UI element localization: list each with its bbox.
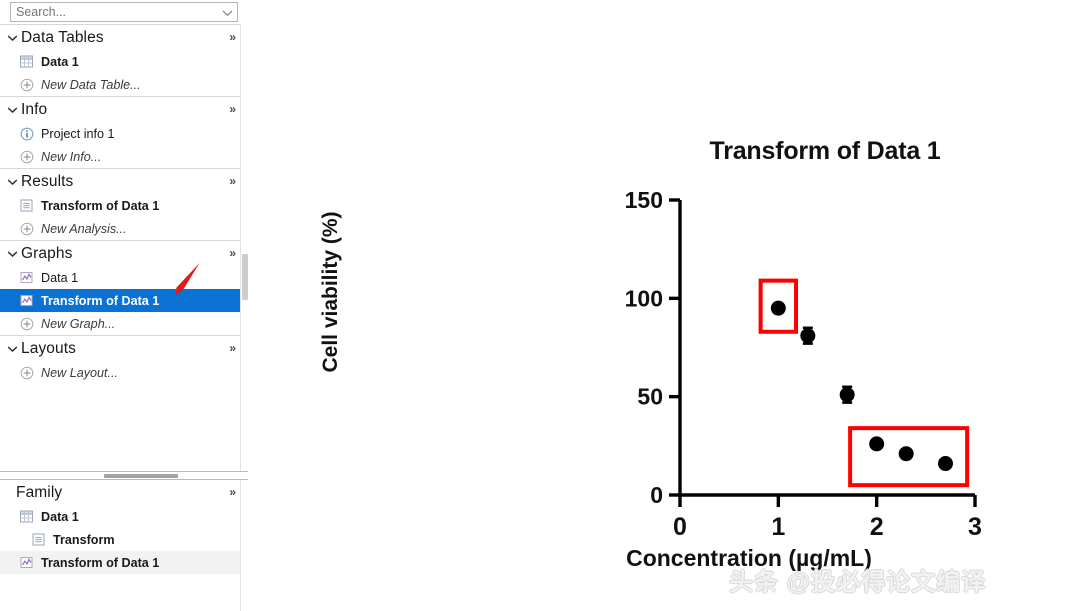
navigator-tree[interactable]: Data Tables » Data 1 New Data Table... Info »… bbox=[0, 24, 240, 471]
tree-section-data-tables: Data Tables » Data 1 New Data Table... bbox=[0, 24, 240, 96]
search-input[interactable] bbox=[11, 3, 209, 21]
tree-item-label: New Analysis... bbox=[41, 221, 127, 236]
family-item-0[interactable]: Data 1 bbox=[0, 505, 240, 528]
prism-window: Data Tables » Data 1 New Data Table... Info »… bbox=[0, 0, 1080, 611]
chevron-down-icon[interactable] bbox=[4, 341, 20, 357]
tree-item-label: Project info 1 bbox=[41, 126, 115, 141]
watermark-text: 头条 @投必得论文编译 bbox=[729, 569, 987, 596]
family-item-label: Data 1 bbox=[41, 509, 79, 524]
section-header-info[interactable]: Info » bbox=[0, 97, 240, 122]
splitter-grip[interactable] bbox=[104, 474, 178, 478]
data-table-icon bbox=[18, 508, 35, 525]
plus-circle-icon bbox=[18, 148, 35, 165]
chevron-down-icon[interactable] bbox=[4, 30, 20, 46]
tree-section-graphs: Graphs » Data 1 Transform of Data 1 New Grap… bbox=[0, 240, 240, 335]
chevron-down-icon[interactable] bbox=[4, 102, 20, 118]
section-expand-icon[interactable]: » bbox=[229, 30, 236, 44]
chevron-down-icon[interactable] bbox=[4, 246, 20, 262]
family-list[interactable]: Data 1 Transform Transform of Data 1 bbox=[0, 505, 240, 574]
section-title: Data Tables bbox=[21, 28, 104, 46]
family-panel: Family » Data 1 Transform Transform of Dat… bbox=[0, 480, 240, 611]
tree-item-info-1[interactable]: New Info... bbox=[0, 145, 240, 168]
search-box[interactable] bbox=[10, 2, 238, 22]
section-title: Info bbox=[21, 100, 48, 118]
search-row bbox=[0, 0, 248, 24]
chevron-down-icon[interactable] bbox=[221, 7, 233, 19]
tree-item-results-1[interactable]: New Analysis... bbox=[0, 217, 240, 240]
section-header-layouts[interactable]: Layouts » bbox=[0, 336, 240, 361]
data-point-4[interactable] bbox=[898, 446, 914, 462]
family-header: Family » bbox=[0, 480, 240, 505]
data-point-5[interactable] bbox=[938, 456, 953, 472]
navigator-scrollbar-thumb[interactable] bbox=[242, 254, 248, 300]
plus-circle-icon bbox=[18, 364, 35, 381]
tree-section-results: Results » Transform of Data 1 New Analysis.… bbox=[0, 168, 240, 240]
section-expand-icon[interactable]: » bbox=[229, 246, 236, 260]
graph-icon bbox=[18, 292, 35, 309]
family-scrollbar[interactable] bbox=[240, 480, 248, 611]
x-tick-label-1: 1 bbox=[771, 513, 785, 541]
tree-item-graphs-2[interactable]: New Graph... bbox=[0, 312, 240, 335]
info-circle-icon bbox=[18, 125, 35, 142]
tree-item-data-tables-1[interactable]: New Data Table... bbox=[0, 73, 240, 96]
section-title: Graphs bbox=[21, 244, 73, 262]
x-tick-label-2: 2 bbox=[870, 513, 884, 541]
tree-item-label: New Info... bbox=[41, 149, 102, 164]
tree-item-graphs-0[interactable]: Data 1 bbox=[0, 266, 240, 289]
panel-splitter[interactable] bbox=[0, 471, 248, 480]
data-point-2[interactable] bbox=[839, 387, 855, 403]
chevron-down-icon[interactable] bbox=[4, 174, 20, 190]
navigator-panel: Data Tables » Data 1 New Data Table... Info »… bbox=[0, 0, 248, 611]
y-tick-label-0: 0 bbox=[650, 482, 663, 508]
section-title: Results bbox=[21, 172, 74, 190]
tree-item-label: Data 1 bbox=[41, 270, 79, 285]
y-tick-label-2: 100 bbox=[625, 285, 663, 311]
family-item-label: Transform bbox=[53, 532, 115, 547]
y-tick-label-1: 50 bbox=[637, 384, 663, 410]
graph-icon bbox=[18, 269, 35, 286]
x-tick-label-3: 3 bbox=[968, 513, 982, 541]
tree-item-data-tables-0[interactable]: Data 1 bbox=[0, 50, 240, 73]
family-expand-icon[interactable]: » bbox=[229, 485, 236, 499]
tree-item-label: Transform of Data 1 bbox=[41, 293, 160, 308]
tree-section-layouts: Layouts » New Layout... bbox=[0, 335, 240, 384]
plus-circle-icon bbox=[18, 315, 35, 332]
data-table-icon bbox=[18, 53, 35, 70]
y-tick-label-3: 150 bbox=[625, 187, 663, 213]
data-point-1[interactable] bbox=[800, 328, 816, 344]
section-expand-icon[interactable]: » bbox=[229, 341, 236, 355]
plus-circle-icon bbox=[18, 76, 35, 93]
tree-item-graphs-1[interactable]: Transform of Data 1 bbox=[0, 289, 240, 312]
navigator-scrollbar[interactable] bbox=[240, 24, 248, 471]
tree-item-label: Transform of Data 1 bbox=[41, 198, 160, 213]
scatter-plot: 0 50 100 150 0 1 2 3 bbox=[625, 187, 982, 541]
plus-circle-icon bbox=[18, 220, 35, 237]
section-header-graphs[interactable]: Graphs » bbox=[0, 241, 240, 266]
tree-section-info: Info » Project info 1 New Info... bbox=[0, 96, 240, 168]
graph-icon bbox=[18, 554, 35, 571]
family-item-1[interactable]: Transform bbox=[0, 528, 240, 551]
section-title: Layouts bbox=[21, 339, 76, 357]
graph-canvas: Transform of Data 1 Cell viability (%) C… bbox=[249, 0, 1080, 611]
section-header-results[interactable]: Results » bbox=[0, 169, 240, 194]
data-point-0[interactable] bbox=[770, 300, 786, 316]
results-sheet-icon bbox=[18, 197, 35, 214]
tree-item-label: New Layout... bbox=[41, 365, 119, 380]
family-title: Family bbox=[16, 483, 63, 501]
family-item-2[interactable]: Transform of Data 1 bbox=[0, 551, 240, 574]
tree-item-results-0[interactable]: Transform of Data 1 bbox=[0, 194, 240, 217]
tree-item-label: Data 1 bbox=[41, 54, 79, 69]
tree-item-label: New Graph... bbox=[41, 316, 116, 331]
tree-item-layouts-0[interactable]: New Layout... bbox=[0, 361, 240, 384]
results-sheet-icon bbox=[30, 531, 47, 548]
section-expand-icon[interactable]: » bbox=[229, 102, 236, 116]
x-tick-label-0: 0 bbox=[673, 513, 687, 541]
tree-item-label: New Data Table... bbox=[41, 77, 141, 92]
section-expand-icon[interactable]: » bbox=[229, 174, 236, 188]
family-item-label: Transform of Data 1 bbox=[41, 555, 160, 570]
tree-item-info-0[interactable]: Project info 1 bbox=[0, 122, 240, 145]
section-header-data-tables[interactable]: Data Tables » bbox=[0, 25, 240, 50]
data-point-3[interactable] bbox=[869, 436, 885, 452]
